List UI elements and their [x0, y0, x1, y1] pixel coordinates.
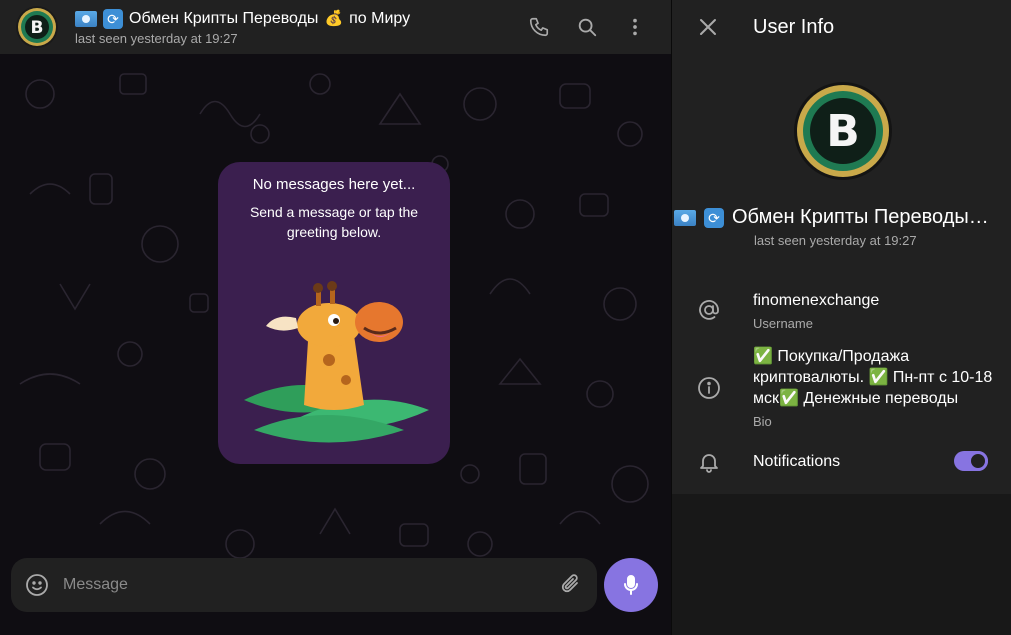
voice-record-button[interactable]	[604, 558, 658, 612]
giraffe-greeting-sticker[interactable]	[234, 280, 434, 450]
svg-text:B: B	[31, 18, 44, 38]
call-button[interactable]	[515, 3, 563, 51]
empty-chat-greeting: No messages here yet... Send a message o…	[218, 162, 450, 464]
cycle-emoji-icon: ⟳	[103, 8, 123, 29]
user-info-title: User Info	[753, 15, 835, 38]
more-vertical-icon	[633, 18, 637, 36]
profile-name-text: Обмен Крипты Переводы…	[732, 206, 989, 228]
chat-pane: B ⟳ Обмен Крипты Переводы 💰 по Миру last…	[0, 0, 671, 635]
chat-title-suffix: по Миру	[349, 9, 411, 27]
bio-label: Bio	[753, 414, 772, 429]
profile-status: last seen yesterday at 19:27	[754, 233, 917, 248]
info-circle-icon	[696, 375, 722, 401]
money-bag-emoji-icon: 💰	[324, 9, 344, 27]
close-icon	[700, 19, 716, 35]
attach-button[interactable]	[545, 558, 597, 612]
emoji-button[interactable]	[11, 558, 63, 612]
chat-header-info[interactable]: ⟳ Обмен Крипты Переводы 💰 по Миру last s…	[75, 8, 495, 46]
chat-header: B ⟳ Обмен Крипты Переводы 💰 по Миру last…	[0, 0, 671, 54]
user-info-panel: User Info B ⟳ Обмен Крипты Переводы… las…	[671, 0, 1011, 635]
empty-chat-subtitle: Send a message or tap the greeting below…	[249, 204, 419, 240]
more-button[interactable]	[611, 3, 659, 51]
close-button[interactable]	[684, 3, 732, 51]
chat-avatar[interactable]: B	[16, 6, 58, 48]
banknote-emoji-icon	[75, 10, 97, 27]
username-label: Username	[753, 316, 813, 331]
profile-avatar[interactable]: B	[794, 82, 892, 180]
bell-icon	[696, 449, 722, 475]
phone-icon	[529, 17, 549, 37]
message-composer: Message	[11, 558, 597, 612]
bio-value[interactable]: ✅ Покупка/Продажа криптовалюты. ✅ Пн-пт …	[753, 346, 998, 409]
username-value[interactable]: finomenexchange	[753, 290, 879, 311]
search-button[interactable]	[563, 3, 611, 51]
chat-status: last seen yesterday at 19:27	[75, 30, 238, 46]
smile-icon	[26, 574, 48, 596]
notifications-label: Notifications	[753, 453, 841, 470]
svg-text:B: B	[826, 106, 860, 157]
microphone-icon	[624, 575, 638, 595]
paperclip-icon	[561, 574, 578, 593]
empty-chat-title: No messages here yet...	[252, 176, 416, 193]
at-sign-icon	[696, 297, 722, 323]
notifications-toggle[interactable]	[954, 451, 988, 471]
user-info-card: User Info B ⟳ Обмен Крипты Переводы… las…	[672, 0, 1011, 494]
message-input[interactable]: Message	[63, 576, 545, 594]
chat-title-text: Обмен Крипты Переводы	[129, 9, 319, 27]
chat-header-actions	[515, 0, 671, 54]
cycle-emoji-icon: ⟳	[704, 207, 724, 228]
search-icon	[578, 18, 597, 37]
banknote-emoji-icon	[674, 209, 696, 226]
toggle-knob	[968, 451, 988, 471]
user-info-header: User Info	[672, 0, 1011, 54]
profile-name: ⟳ Обмен Крипты Переводы…	[672, 206, 1011, 229]
chat-title: ⟳ Обмен Крипты Переводы 💰 по Миру	[75, 8, 495, 29]
